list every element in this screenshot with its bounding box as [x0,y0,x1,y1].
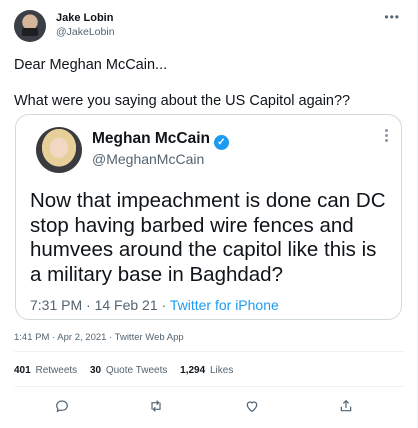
verified-badge-icon: ✓ [213,135,229,150]
tweet-text: Dear Meghan McCain... What were you sayi… [14,56,404,110]
more-options-icon[interactable]: ••• [384,10,400,24]
share-icon[interactable] [336,396,356,416]
likes-stat[interactable]: 1,294 Likes [180,365,233,376]
author-name[interactable]: Jake Lobin [56,12,113,24]
tweet-timestamp[interactable]: 1:41 PM · Apr 2, 2021 · Twitter Web App [14,332,184,343]
quoted-meta-separator: · [157,297,170,313]
quoted-tweet-meta: 7:31 PM · 14 Feb 21 · Twitter for iPhone [30,297,279,313]
heart-icon[interactable] [242,396,262,416]
quoted-tweet-text: Now that impeachment is done can DC stop… [30,189,386,286]
author-handle[interactable]: @JakeLobin [56,26,115,38]
reply-icon[interactable] [52,396,72,416]
retweets-stat[interactable]: 401 Retweets [14,365,77,376]
retweets-count: 401 [14,365,31,376]
quote-tweets-stat[interactable]: 30 Quote Tweets [90,365,167,376]
author-avatar[interactable] [14,10,46,42]
retweets-label: Retweets [35,365,78,376]
tweet-text-line-1: Dear Meghan McCain... [14,57,168,73]
quoted-more-options-icon[interactable] [383,129,389,144]
quoted-tweet-time[interactable]: 7:31 PM · 14 Feb 21 [30,297,158,313]
quoted-author-name-text: Meghan McCain [92,130,210,147]
tweet-text-line-2: What were you saying about the US Capito… [14,93,351,109]
divider [14,386,404,387]
tweet-stats: 401 Retweets 30 Quote Tweets 1,294 Likes [14,365,243,376]
quoted-tweet-source[interactable]: Twitter for iPhone [170,297,279,313]
tweet-card: Jake Lobin @JakeLobin ••• Dear Meghan Mc… [0,0,418,428]
retweet-icon[interactable] [146,396,166,416]
tweet-actions [0,392,418,418]
quote-tweets-label: Quote Tweets [105,365,168,376]
likes-label: Likes [209,365,234,376]
tweet-header: Jake Lobin @JakeLobin ••• [14,10,404,44]
likes-count: 1,294 [180,365,206,376]
quote-tweets-count: 30 [89,365,102,376]
quoted-tweet[interactable]: Meghan McCain ✓ @MeghanMcCain Now that im… [15,114,402,320]
quoted-author-avatar[interactable] [36,127,82,173]
quoted-author-handle[interactable]: @MeghanMcCain [92,151,204,167]
quoted-author-name[interactable]: Meghan McCain ✓ [92,130,229,150]
divider [14,351,404,352]
